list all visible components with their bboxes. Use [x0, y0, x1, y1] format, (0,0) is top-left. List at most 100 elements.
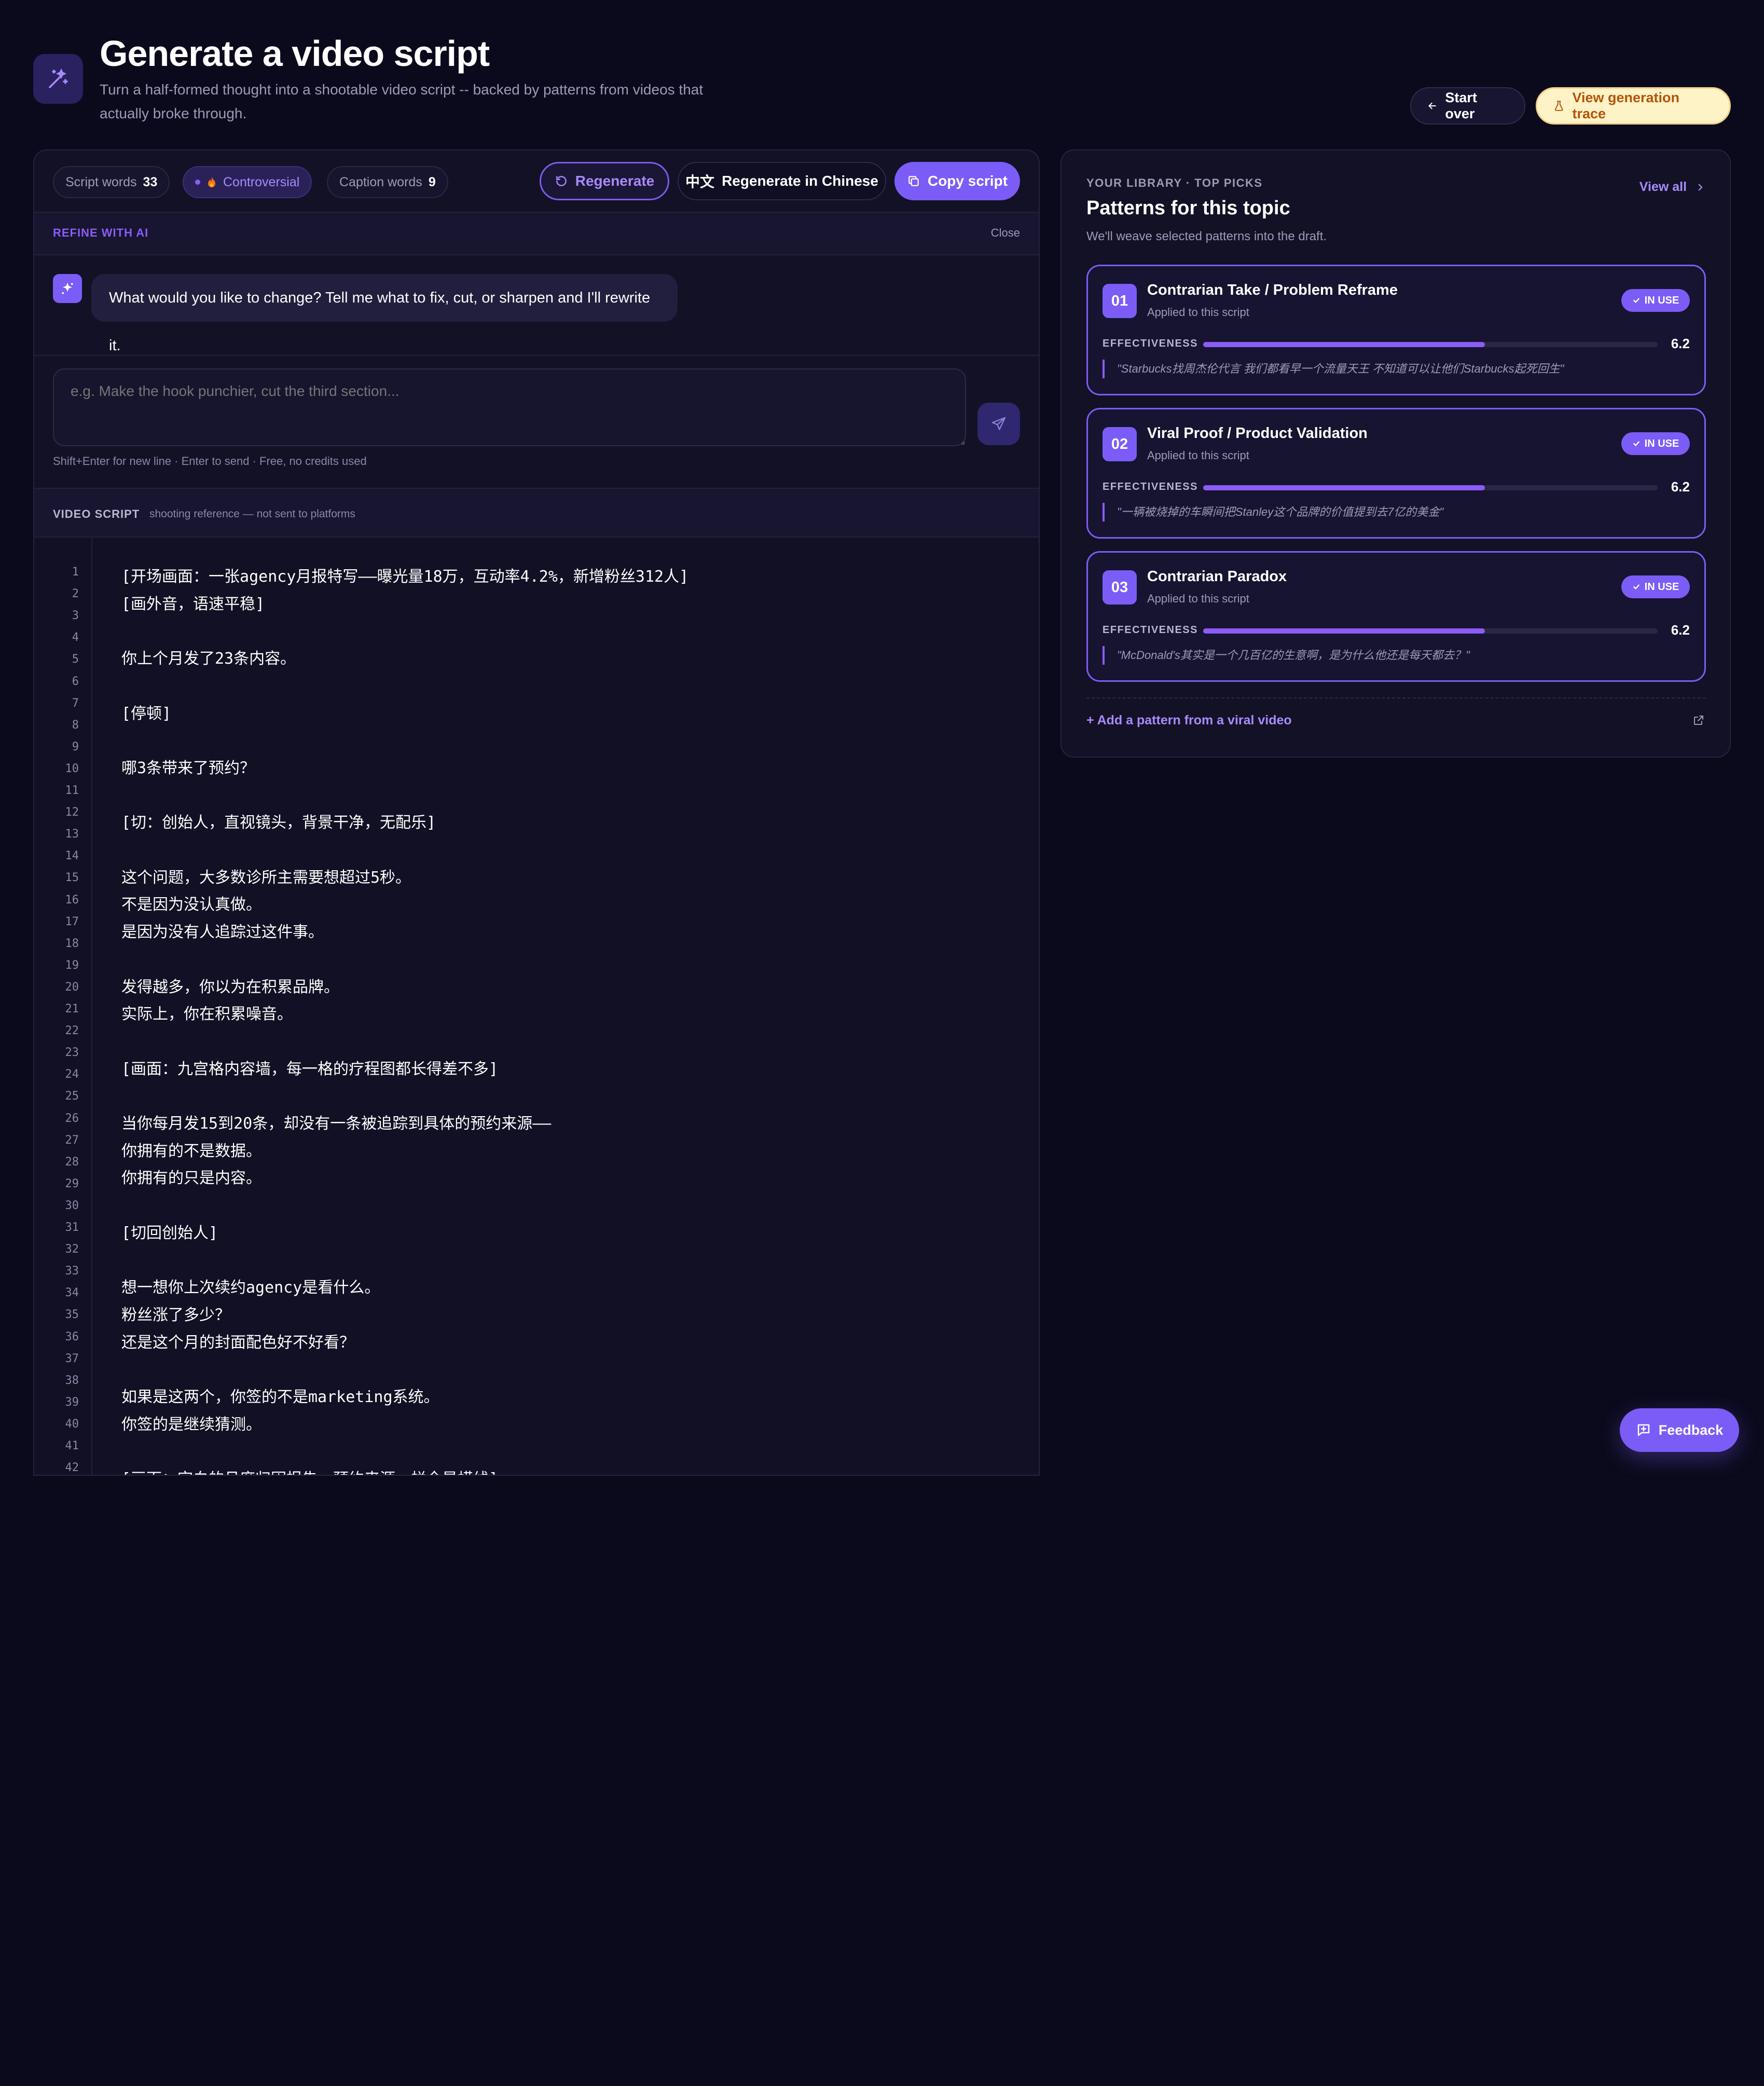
feedback-button[interactable]: Feedback	[1620, 1408, 1739, 1452]
tone-chip[interactable]: Controversial	[183, 166, 312, 198]
line-number: 2	[72, 587, 79, 601]
video-script-label: VIDEO SCRIPT	[53, 507, 140, 520]
regenerate-chinese-button[interactable]: 中文 Regenerate in Chinese	[678, 162, 886, 200]
arrow-left-icon	[1428, 102, 1436, 109]
line-number: 9	[72, 740, 79, 753]
check-icon	[1633, 441, 1639, 447]
line-number: 7	[72, 696, 79, 710]
pattern-applied: Applied to this script	[1147, 592, 1249, 605]
refine-close-button[interactable]: Close	[991, 226, 1020, 240]
pattern-number: 01	[1102, 284, 1137, 318]
script-words-label: Script words	[65, 174, 137, 189]
script-line: [画面：九宫格内容墙，每一格的疗程图都长得差不多]	[121, 1060, 499, 1078]
view-trace-label: View generation trace	[1572, 90, 1680, 121]
script-line: 你上个月发了23条内容。	[121, 650, 296, 668]
line-number: 19	[65, 958, 79, 972]
pattern-card[interactable]: 03 Contrarian Paradox Applied to this scri…	[1086, 551, 1706, 682]
pattern-name: Contrarian Paradox	[1147, 568, 1287, 585]
page-subtitle: Turn a half-formed thought into a shoota…	[100, 81, 704, 121]
effectiveness-label: EFFECTIVENESS	[1102, 624, 1198, 636]
script-line: 实际上，你在积累噪音。	[121, 1005, 293, 1024]
copy-script-label: Copy script	[927, 173, 1008, 189]
script-words-chip: Script words 33	[53, 166, 170, 198]
caption-words-count: 9	[428, 174, 436, 189]
line-number: 5	[72, 653, 79, 666]
regenerate-label: Regenerate	[575, 173, 655, 189]
script-line: 你拥有的只是内容。	[121, 1169, 261, 1188]
line-number: 30	[65, 1199, 79, 1212]
check-icon	[1633, 584, 1639, 590]
caption-words-chip: Caption words 9	[327, 166, 448, 198]
pattern-library-panel: YOUR LIBRARY · TOP PICKS Patterns for th…	[1060, 149, 1731, 758]
line-number: 15	[65, 871, 79, 885]
effectiveness-bar	[1203, 342, 1658, 347]
view-all-link[interactable]: View all	[1639, 180, 1705, 195]
pattern-card[interactable]: 01 Contrarian Take / Problem Reframe Appli…	[1086, 265, 1706, 395]
pattern-name: Contrarian Take / Problem Reframe	[1147, 282, 1398, 298]
in-use-badge[interactable]: IN USE	[1621, 432, 1690, 455]
feedback-label: Feedback	[1658, 1422, 1724, 1438]
in-use-badge[interactable]: IN USE	[1621, 575, 1690, 598]
script-line: 你拥有的不是数据。	[121, 1142, 261, 1160]
script-words-count: 33	[143, 174, 158, 189]
start-over-button[interactable]: Start over	[1410, 87, 1525, 125]
script-line: [停顿]	[121, 704, 172, 723]
chinese-prefix: 中文	[685, 173, 715, 190]
script-line: [切回创始人]	[121, 1224, 218, 1242]
caption-words-label: Caption words	[339, 174, 422, 189]
line-number: 36	[65, 1330, 79, 1343]
in-use-label: IN USE	[1644, 437, 1679, 449]
page-header: Generate a video script Turn a half-form…	[33, 30, 1731, 129]
line-number: 1	[72, 566, 79, 579]
regenerate-chinese-label: Regenerate in Chinese	[722, 173, 878, 189]
view-generation-trace-button[interactable]: View generation trace	[1536, 87, 1731, 125]
line-number: 16	[65, 893, 79, 907]
refine-input[interactable]	[53, 368, 966, 446]
script-line: 你签的是继续猜测。	[121, 1415, 261, 1434]
video-script-note: shooting reference — not sent to platfor…	[149, 508, 355, 520]
in-use-badge[interactable]: IN USE	[1621, 289, 1690, 312]
script-line: [切：创始人，直视镜头，背景干净，无配乐]	[121, 814, 436, 832]
script-line: 是因为没有人追踪过这件事。	[121, 923, 324, 942]
line-number: 22	[65, 1024, 79, 1038]
script-line: 还是这个月的封面配色好不好看？	[121, 1333, 355, 1352]
line-number: 20	[65, 980, 79, 994]
line-number: 40	[65, 1417, 79, 1431]
line-number: 31	[65, 1221, 79, 1234]
script-line: [画面：空白的月度归因报告，预约来源一栏全是横线]	[121, 1466, 498, 1475]
effectiveness-fill	[1203, 628, 1485, 634]
tone-label: Controversial	[223, 174, 300, 189]
refresh-icon	[556, 176, 567, 186]
line-number: 3	[72, 609, 79, 623]
script-line: 粉丝涨了多少？	[121, 1306, 230, 1324]
send-button[interactable]	[977, 403, 1020, 445]
effectiveness-bar	[1203, 485, 1658, 490]
line-number: 14	[65, 849, 79, 863]
library-title: Patterns for this topic	[1086, 197, 1290, 219]
line-number: 23	[65, 1046, 79, 1060]
line-number: 39	[65, 1395, 79, 1409]
magic-wand-icon	[33, 54, 83, 104]
line-number: 10	[65, 762, 79, 775]
regenerate-button[interactable]: Regenerate	[540, 162, 669, 200]
pattern-card[interactable]: 02 Viral Proof / Product Validation Applie…	[1086, 408, 1706, 539]
chevron-right-icon	[1698, 184, 1703, 191]
effectiveness-fill	[1203, 342, 1485, 347]
line-number: 13	[65, 828, 79, 841]
script-line: 哪3条带来了预约？	[121, 759, 256, 777]
add-pattern-link[interactable]: + Add a pattern from a viral video	[1086, 713, 1292, 728]
input-hint: Shift+Enter for new line · Enter to send…	[53, 455, 367, 468]
pattern-name: Viral Proof / Product Validation	[1147, 425, 1368, 442]
ai-sparkle-icon	[53, 274, 82, 303]
external-link-icon[interactable]	[1692, 714, 1705, 726]
refine-chat: What would you like to change? Tell me w…	[34, 255, 1039, 355]
pattern-quote: "一辆被烧掉的车瞬间把Stanley这个品牌的价值提到去7亿的美金"	[1102, 503, 1673, 522]
copy-script-button[interactable]: Copy script	[894, 162, 1020, 200]
script-editor[interactable]: 1 2 3 4 5 6 7 8 9 10 11 12 13 14 15 16 17 18 19 20 21 22 23 24 2…	[34, 538, 1039, 1475]
effectiveness-label: EFFECTIVENESS	[1102, 338, 1198, 349]
effectiveness-score: 6.2	[1671, 479, 1690, 495]
pattern-quote: "McDonald's其实是一个几百亿的生意啊，是为什么他还是每天都去？"	[1102, 646, 1673, 665]
effectiveness-score: 6.2	[1671, 622, 1690, 638]
line-number: 17	[65, 915, 79, 928]
check-icon	[1633, 298, 1639, 304]
